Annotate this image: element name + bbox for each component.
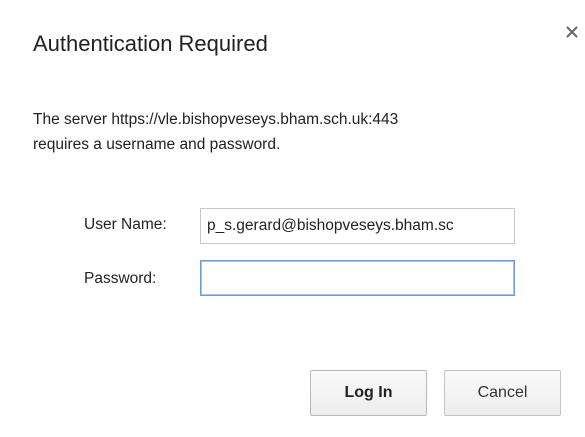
dialog-title: Authentication Required [33, 31, 268, 56]
login-button[interactable]: Log In [310, 370, 427, 416]
dialog-message: The server https://vle.bishopveseys.bham… [33, 107, 553, 157]
cancel-button[interactable]: Cancel [444, 370, 561, 416]
password-input[interactable] [200, 260, 515, 296]
message-line-server: The server https://vle.bishopveseys.bham… [33, 111, 399, 128]
username-input[interactable] [200, 208, 515, 244]
close-button[interactable] [562, 22, 582, 42]
message-line-requirement: requires a username and password. [33, 136, 281, 153]
password-label: Password: [84, 270, 157, 287]
username-label: User Name: [84, 216, 167, 233]
auth-dialog: Authentication Required The server https… [0, 0, 585, 437]
close-icon [566, 26, 578, 38]
